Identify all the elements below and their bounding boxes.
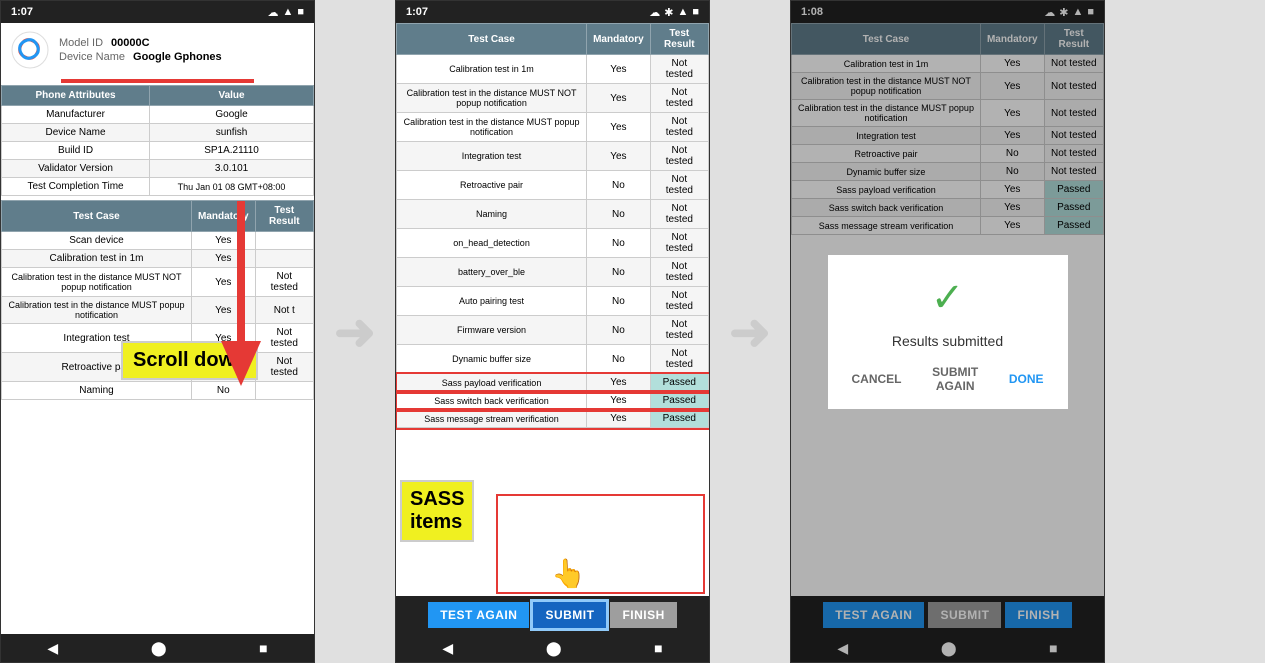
submit-button-2[interactable]: SUBMIT — [533, 602, 606, 628]
table-row: Integration test Yes Not tested — [397, 142, 709, 171]
device-header: Model ID 00000C Device Name Google Gphon… — [1, 23, 314, 77]
forward-arrow-2: ➜ — [729, 303, 771, 361]
phone-screen-1: 1:07 ☁ ▲ ■ Model ID 00000C Device Name G… — [0, 0, 315, 663]
action-buttons-2: TEST AGAIN SUBMIT FINISH — [396, 596, 709, 634]
table-row: battery_over_ble No Not tested — [397, 258, 709, 287]
wifi-icon-2: ☁ — [649, 6, 660, 19]
arrow-2-container: ➜ — [710, 0, 790, 663]
table-row: Validator Version 3.0.101 — [2, 160, 314, 178]
nav-bar-1: ◀ ⬤ ■ — [1, 634, 314, 662]
time-1: 1:07 — [11, 6, 33, 18]
home-nav-icon-2[interactable]: ⬤ — [546, 640, 562, 657]
device-name-row: Device Name Google Gphones — [59, 51, 222, 63]
device-name-value: Google Gphones — [133, 51, 222, 63]
table-row: Dynamic buffer size No Not tested — [397, 345, 709, 374]
scroll-indicator — [61, 79, 254, 83]
test-again-button-2[interactable]: TEST AGAIN — [428, 602, 529, 628]
table-row: Sass payload verification Yes Passed — [397, 374, 709, 392]
model-id-value: 00000C — [111, 37, 150, 49]
status-bar-2: 1:07 ☁ ✱ ▲ ■ — [396, 1, 709, 23]
sass-label-text: SASS items — [410, 488, 464, 533]
col-mandatory: Mandatory — [587, 24, 651, 55]
value-header: Value — [150, 86, 314, 106]
table-row: Naming No — [2, 382, 314, 400]
time-2: 1:07 — [406, 6, 428, 18]
table-row: Firmware version No Not tested — [397, 316, 709, 345]
results-dialog: ✓ Results submitted CANCEL SUBMIT AGAIN … — [828, 255, 1068, 409]
attributes-table: Phone Attributes Value Manufacturer Goog… — [1, 85, 314, 196]
table-row: Build ID SP1A.21110 — [2, 142, 314, 160]
table-row: Manufacturer Google — [2, 106, 314, 124]
nav-bar-2: ◀ ⬤ ■ — [396, 634, 709, 662]
test-case-header: Test Case — [2, 201, 192, 232]
status-icons-2: ☁ ✱ ▲ ■ — [649, 6, 699, 19]
dialog-cancel-button[interactable]: CANCEL — [844, 361, 910, 397]
back-nav-icon[interactable]: ◀ — [47, 640, 58, 657]
table-row: Sass switch back verification Yes Passed — [397, 392, 709, 410]
table-row: Device Name sunfish — [2, 124, 314, 142]
home-nav-icon[interactable]: ⬤ — [151, 640, 167, 657]
check-icon: ✓ — [931, 275, 965, 321]
col-test: Test Case — [397, 24, 587, 55]
wifi-icon: ☁ — [267, 6, 278, 19]
recent-nav-icon[interactable]: ■ — [259, 640, 267, 656]
signal-icon-2: ▲ — [677, 6, 688, 18]
finish-button-2[interactable]: FINISH — [610, 602, 676, 628]
table-row: Calibration test in the distance MUST NO… — [397, 84, 709, 113]
status-icons-1: ☁ ▲ ■ — [267, 6, 304, 19]
table-row: Test Completion Time Thu Jan 01 08 GMT+0… — [2, 178, 314, 196]
cursor-hand-icon: 👆 — [551, 557, 586, 590]
battery-icon-2: ■ — [692, 6, 699, 18]
dialog-submit-again-button[interactable]: SUBMIT AGAIN — [918, 361, 993, 397]
dialog-buttons: CANCEL SUBMIT AGAIN DONE — [844, 361, 1052, 397]
model-id-label: Model ID — [59, 37, 103, 49]
recent-nav-icon-2[interactable]: ■ — [654, 640, 662, 656]
device-name-label: Device Name — [59, 51, 125, 63]
dialog-done-button[interactable]: DONE — [1001, 361, 1052, 397]
arrow-1-container: ➜ — [315, 0, 395, 663]
table-row: Scan device Yes — [2, 232, 314, 250]
bt-icon-2: ✱ — [664, 6, 673, 19]
table-row: Sass message stream verification Yes Pas… — [397, 410, 709, 428]
table-row: Retroactive pair No Not tested — [397, 171, 709, 200]
red-arrow-icon — [216, 201, 266, 401]
table-row: Calibration test in the distance MUST po… — [397, 113, 709, 142]
model-id-row: Model ID 00000C — [59, 37, 222, 49]
test-table-2: Test Case Mandatory Test Result Calibrat… — [396, 23, 709, 428]
dialog-title: Results submitted — [892, 333, 1003, 349]
col-result: Test Result — [650, 24, 708, 55]
table-row: Calibration test in 1m Yes Not tested — [397, 55, 709, 84]
device-logo — [11, 31, 49, 69]
table-row: Auto pairing test No Not tested — [397, 287, 709, 316]
phone-screen-2: 1:07 ☁ ✱ ▲ ■ Test Case Mandatory Test Re… — [395, 0, 710, 663]
device-info: Model ID 00000C Device Name Google Gphon… — [59, 37, 222, 63]
submit-annotation: submit — [709, 568, 710, 607]
back-nav-icon-2[interactable]: ◀ — [442, 640, 453, 657]
table-row: Calibration test in the distance MUST po… — [2, 297, 314, 324]
status-bar-1: 1:07 ☁ ▲ ■ — [1, 1, 314, 23]
dialog-overlay: ✓ Results submitted CANCEL SUBMIT AGAIN … — [791, 1, 1104, 662]
table-row: on_head_detection No Not tested — [397, 229, 709, 258]
table-row: Naming No Not tested — [397, 200, 709, 229]
battery-icon: ■ — [297, 6, 304, 18]
sass-items-annotation: SASS items — [400, 480, 474, 542]
table-row: Calibration test in 1m Yes — [2, 250, 314, 268]
phone-screen-3: 1:08 ☁ ✱ ▲ ■ Test Case Mandatory Test Re… — [790, 0, 1105, 663]
signal-icon: ▲ — [282, 6, 293, 18]
table-row: Calibration test in the distance MUST NO… — [2, 268, 314, 297]
attr-header: Phone Attributes — [2, 86, 150, 106]
forward-arrow-1: ➜ — [334, 303, 376, 361]
